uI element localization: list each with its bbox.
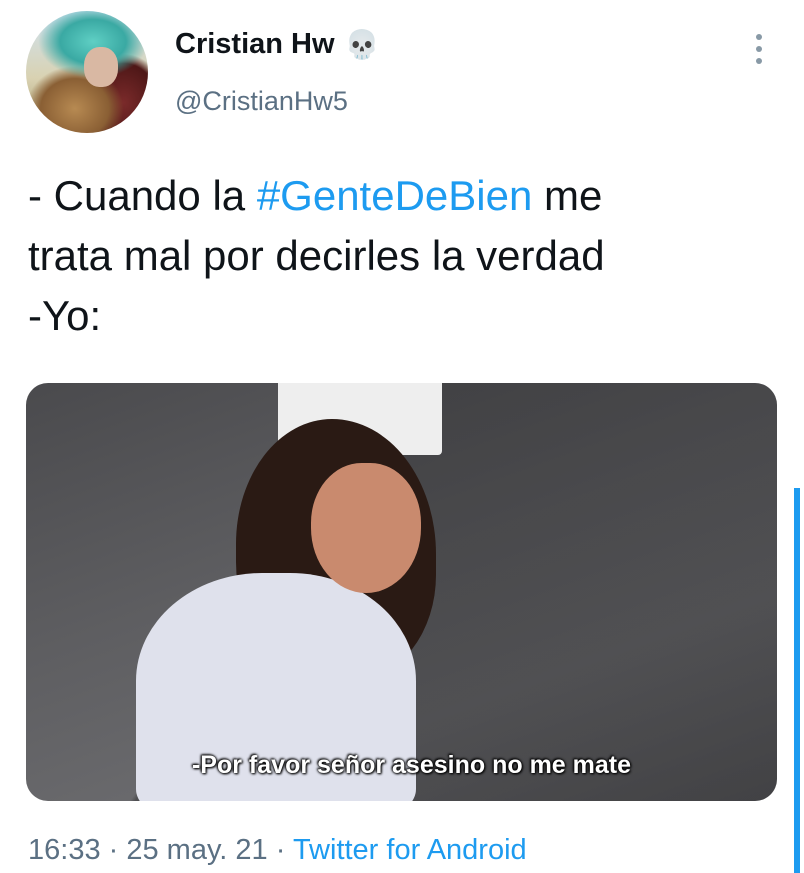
tweet-line-3: -Yo: [28, 292, 102, 339]
more-dot [756, 34, 762, 40]
tweet-source-link[interactable]: Twitter for Android [293, 834, 527, 866]
more-dot [756, 46, 762, 52]
meta-separator: · [267, 834, 293, 866]
tweet-line-2: trata mal por decirles la verdad [28, 232, 605, 279]
scrollbar[interactable] [794, 488, 800, 873]
author-name-text: Cristian Hw [175, 28, 335, 60]
skull-icon: 💀 [344, 28, 380, 61]
author-name[interactable]: Cristian Hw 💀 [175, 28, 379, 61]
avatar-face [84, 47, 118, 87]
avatar[interactable] [26, 11, 148, 133]
tweet-text-suffix: me [532, 172, 603, 219]
tweet-time[interactable]: 16:33 [28, 834, 101, 866]
meta-separator: · [100, 834, 127, 866]
tweet-meta: 16:33 · 25 may. 21 · Twitter for Android [28, 834, 527, 867]
tweet-line-1: - Cuando la #GenteDeBien me [28, 166, 768, 226]
more-vertical-icon[interactable] [752, 34, 766, 64]
author-handle[interactable]: @CristianHw5 [175, 86, 348, 117]
media-caption: -Por favor señor asesino no me mate [191, 751, 632, 779]
media-face [311, 463, 421, 593]
tweet-media-image[interactable]: -Por favor señor asesino no me mate [26, 383, 777, 801]
tweet-text: - Cuando la #GenteDeBien me trata mal po… [28, 166, 768, 346]
more-dot [756, 58, 762, 64]
tweet-date[interactable]: 25 may. 21 [126, 834, 267, 866]
tweet-text-prefix: - Cuando la [28, 172, 257, 219]
hashtag-link[interactable]: #GenteDeBien [257, 172, 533, 219]
